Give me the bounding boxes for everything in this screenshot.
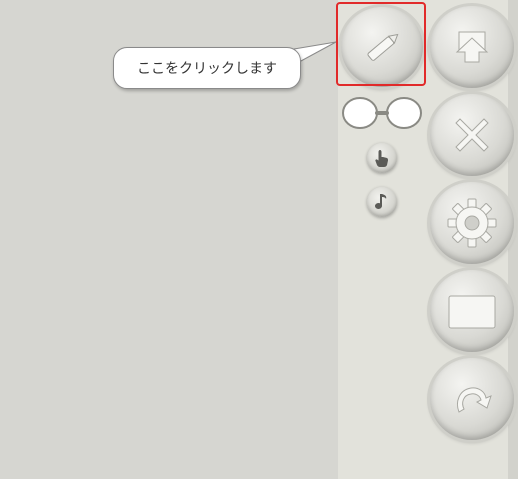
close-x-icon [455,118,489,152]
music-note-icon [375,194,387,210]
close-button[interactable] [430,94,514,176]
upload-arrow-icon [455,31,489,63]
gear-icon [447,198,497,248]
card-button[interactable] [430,270,514,352]
settings-button[interactable] [430,182,514,264]
callout-text: ここをクリックします [137,61,277,77]
hand-pointer-icon [375,150,388,167]
undo-button[interactable] [430,358,514,440]
instruction-callout: ここをクリックします [113,47,301,89]
undo-arrow-icon [457,387,492,413]
pointer-button[interactable] [367,143,397,173]
pencil-icon [367,33,399,61]
blank-card-icon [448,295,496,329]
edit-button[interactable] [341,7,423,87]
sound-button[interactable] [367,187,397,217]
upload-button[interactable] [430,6,514,88]
glasses-icon[interactable] [341,96,423,130]
